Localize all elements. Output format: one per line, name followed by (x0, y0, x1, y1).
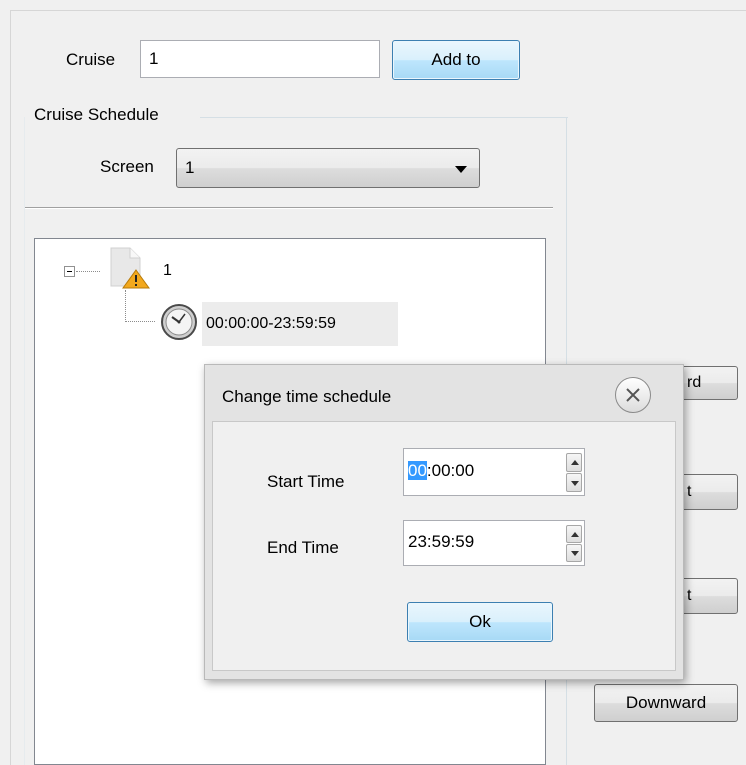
tree-connector-vertical (125, 290, 126, 322)
end-time-spin-up[interactable] (566, 525, 582, 543)
warning-document-icon (108, 244, 152, 290)
start-time-selected-hours: 00 (408, 461, 427, 480)
separator-line-highlight (25, 208, 553, 209)
panel-top-border (10, 10, 746, 11)
clock-icon (160, 303, 198, 341)
group-top-line (200, 117, 568, 118)
downward-button[interactable]: Downward (594, 684, 738, 722)
ok-button[interactable]: Ok (407, 602, 553, 642)
minus-box-icon[interactable] (64, 266, 75, 277)
start-time-spin-up[interactable] (566, 453, 582, 472)
end-time-field[interactable]: 23:59:59 (403, 520, 585, 566)
screen-select[interactable]: 1 (176, 148, 480, 188)
cruise-label: Cruise (66, 50, 116, 69)
dialog-title: Change time schedule (222, 387, 392, 406)
add-to-button[interactable]: Add to (392, 40, 520, 80)
triangle-up-icon (571, 532, 579, 537)
start-time-spin-down[interactable] (566, 473, 582, 492)
change-time-dialog: Change time schedule Start Time 00:00:00… (204, 364, 684, 680)
end-time-value: 23:59:59 (408, 532, 475, 551)
screen-label: Screen (100, 157, 154, 176)
triangle-down-icon (571, 481, 579, 486)
tree-root-label[interactable]: 1 (163, 262, 172, 280)
screen-select-value: 1 (185, 158, 195, 177)
tree-connector-child (125, 321, 155, 322)
close-icon[interactable] (615, 377, 651, 413)
start-time-field[interactable]: 00:00:00 (403, 448, 585, 496)
end-time-label: End Time (267, 538, 339, 557)
chevron-down-icon (455, 166, 467, 173)
cruise-schedule-group-label: Cruise Schedule (34, 105, 159, 124)
start-time-value: 00:00:00 (408, 461, 474, 481)
cruise-input[interactable]: 1 (140, 40, 380, 78)
triangle-up-icon (571, 460, 579, 465)
triangle-down-icon (571, 551, 579, 556)
start-time-label: Start Time (267, 472, 345, 491)
tree-child-label: 00:00:00-23:59:59 (206, 315, 336, 332)
start-time-rest: :00:00 (426, 461, 475, 480)
group-left-line (24, 117, 25, 765)
tree-connector-root (76, 271, 100, 272)
end-time-spin-down[interactable] (566, 544, 582, 562)
tree-child-item[interactable]: 00:00:00-23:59:59 (202, 302, 398, 346)
dialog-body: Start Time 00:00:00 End Time 23:59:59 Ok (212, 421, 676, 671)
panel-left-border (10, 10, 11, 765)
